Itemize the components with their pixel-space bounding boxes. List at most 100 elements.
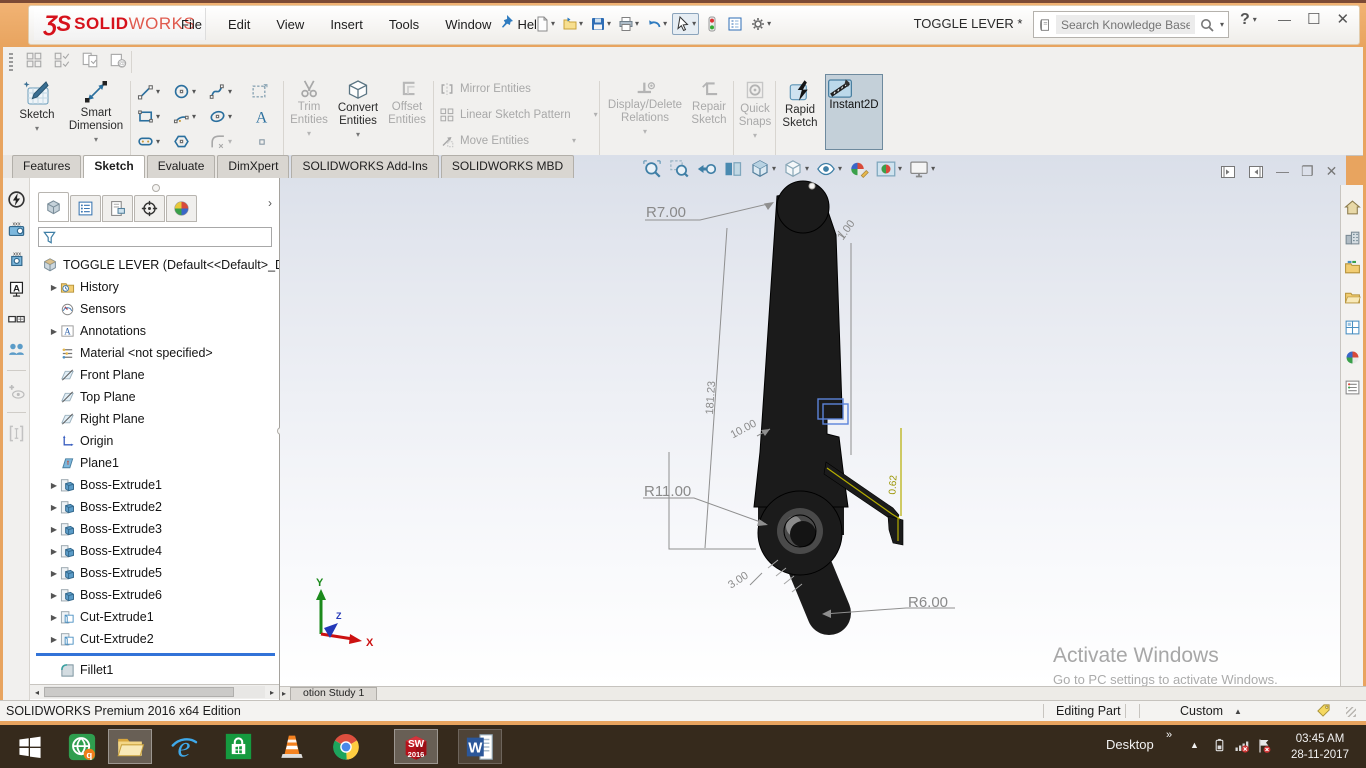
minimize-button[interactable]: — [1278, 12, 1291, 27]
menu-file[interactable]: File [168, 17, 215, 32]
file-explorer-pane-icon[interactable] [1344, 289, 1361, 306]
save-button[interactable]: ▾ [588, 14, 613, 34]
menu-window[interactable]: Window [432, 17, 504, 32]
tree-item-top-plane[interactable]: Top Plane [30, 386, 279, 408]
tree-item-front-plane[interactable]: Front Plane [30, 364, 279, 386]
point-button[interactable] [255, 135, 269, 149]
unit-system-dropdown[interactable]: Custom [1180, 704, 1223, 718]
taskbar-file-explorer[interactable] [108, 729, 152, 764]
circle-button[interactable]: ▾ [173, 83, 196, 100]
desktop-chevron-icon[interactable]: » [1166, 729, 1172, 741]
network-icon[interactable] [1234, 738, 1250, 754]
auto-dimension-icon[interactable] [7, 190, 26, 209]
panel-tabs-expand-icon[interactable]: › [268, 196, 272, 210]
offset-entities-button[interactable]: Offset Entities [385, 79, 429, 127]
size-dimension-icon[interactable]: xxx [7, 250, 26, 269]
tree-item-right-plane[interactable]: Right Plane [30, 408, 279, 430]
action-center-flag-icon[interactable] [1256, 738, 1272, 754]
menu-insert[interactable]: Insert [317, 17, 376, 32]
select-cursor-button[interactable]: ▾ [672, 13, 699, 35]
rapid-sketch-button[interactable]: RapidSketch [779, 79, 821, 130]
expand-arrow-icon[interactable]: ▶ [48, 525, 60, 534]
custom-properties-icon[interactable] [1344, 379, 1361, 396]
home-icon[interactable] [1344, 199, 1361, 216]
expand-arrow-icon[interactable]: ▶ [48, 635, 60, 644]
rectangle-button[interactable]: ▾ [137, 108, 160, 125]
repair-sketch-button[interactable]: RepairSketch [687, 79, 731, 127]
tray-clock[interactable]: 03:45 AM 28-11-2017 [1282, 731, 1358, 763]
motion-study-tab[interactable]: otion Study 1 [290, 687, 377, 701]
taskbar-vlc[interactable] [270, 729, 314, 764]
maximize-button[interactable]: ☐ [1307, 10, 1320, 28]
help-button[interactable]: ?▾ [1240, 11, 1257, 29]
menu-tools[interactable]: Tools [376, 17, 432, 32]
datum-target-icon[interactable] [7, 310, 26, 329]
text-button[interactable]: A [253, 108, 270, 125]
tree-item-boss-extrude1[interactable]: ▶Boss-Extrude1 [30, 474, 279, 496]
undo-button[interactable]: ▾ [644, 14, 669, 34]
tab-evaluate[interactable]: Evaluate [147, 155, 216, 178]
toolbar-drag-handle[interactable] [9, 53, 13, 71]
location-dimension-icon[interactable]: xxx [7, 220, 26, 239]
smart-dimension-button[interactable]: Smart Dimension▾ [65, 79, 127, 145]
battery-icon[interactable] [1212, 738, 1227, 753]
motion-tab-scroll-icon[interactable]: ▸ [282, 689, 286, 698]
search-input[interactable] [1056, 15, 1195, 34]
dim-1[interactable]: 1.00 [835, 218, 857, 242]
tree-item-cut-extrude2[interactable]: ▶Cut-Extrude2 [30, 628, 279, 650]
tolerance-status-icon[interactable] [7, 424, 26, 443]
tree-item-sensors[interactable]: Sensors [30, 298, 279, 320]
tree-item-history[interactable]: ▶History [30, 276, 279, 298]
propertymanager-tab[interactable] [70, 195, 101, 222]
tree-item-cut-extrude1[interactable]: ▶Cut-Extrude1 [30, 606, 279, 628]
viewport-collapse-handle[interactable] [809, 183, 815, 189]
featuremanager-tree-tab[interactable] [38, 192, 69, 222]
convert-entities-button[interactable]: Convert Entities▾ [333, 79, 383, 140]
selection-box-button[interactable] [251, 83, 268, 100]
quick-snaps-button[interactable]: QuickSnaps▾ [736, 79, 774, 141]
design-library-icon[interactable] [1344, 259, 1361, 276]
tab-solidworks-mbd[interactable]: SOLIDWORKS MBD [441, 155, 574, 178]
datum-note-icon[interactable]: A [7, 280, 26, 299]
sketch-fillet-button[interactable]: ▾ [209, 133, 232, 150]
selection-check-icon[interactable] [53, 51, 71, 69]
taskbar-start[interactable] [8, 729, 52, 764]
display-delete-relations-button[interactable]: Display/DeleteRelations▾ [605, 79, 685, 137]
expand-arrow-icon[interactable]: ▶ [48, 613, 60, 622]
toggle-lever-part[interactable] [754, 181, 903, 613]
selection-grid-icon[interactable] [25, 51, 43, 69]
tree-horizontal-scrollbar[interactable]: ◂ ▸ [30, 684, 279, 699]
dim-3[interactable]: 3.00 [726, 570, 751, 592]
dimxpertmanager-tab[interactable] [134, 195, 165, 222]
scroll-right-icon[interactable]: ▸ [265, 688, 279, 697]
tree-item-material-not-specified[interactable]: Material <not specified> [30, 342, 279, 364]
search-icon[interactable] [1199, 17, 1215, 33]
taskbar-word[interactable]: W [458, 729, 502, 764]
settings-gear-button[interactable]: ▾ [748, 14, 773, 34]
mirror-entities-button[interactable]: Mirror Entities [439, 81, 531, 97]
print-button[interactable]: ▾ [616, 14, 641, 34]
tab-features[interactable]: Features [12, 155, 81, 178]
tree-item-boss-extrude4[interactable]: ▶Boss-Extrude4 [30, 540, 279, 562]
tree-item-annotations[interactable]: ▶AAnnotations [30, 320, 279, 342]
tree-item-boss-extrude5[interactable]: ▶Boss-Extrude5 [30, 562, 279, 584]
knowledge-base-search[interactable]: ▾ [1033, 11, 1229, 38]
trim-entities-button[interactable]: Trim Entities▾ [287, 79, 331, 139]
search-dropdown-icon[interactable]: ▾ [1220, 21, 1224, 29]
pin-menu-icon[interactable] [498, 14, 514, 30]
expand-arrow-icon[interactable]: ▶ [48, 591, 60, 600]
tray-hidden-icons-arrow[interactable]: ▲ [1190, 740, 1199, 750]
model-scene[interactable]: R7.00 R11.00 R6.00 181.23 10.00 1.00 3.0… [280, 155, 1346, 686]
taskbar-windows-store[interactable] [216, 729, 260, 764]
dim-r11[interactable]: R11.00 [644, 483, 691, 500]
dim-181[interactable]: 181.23 [704, 381, 718, 415]
scroll-left-icon[interactable]: ◂ [30, 688, 44, 697]
displaymanager-tab[interactable] [166, 195, 197, 222]
resize-grip[interactable] [1346, 707, 1356, 717]
ellipse-button[interactable]: ▾ [209, 108, 232, 125]
collaboration-icon[interactable] [7, 340, 26, 359]
arc-button[interactable]: ▾ [173, 108, 196, 125]
expand-arrow-icon[interactable]: ▶ [48, 503, 60, 512]
expand-arrow-icon[interactable]: ▶ [48, 481, 60, 490]
tree-filter-box[interactable] [38, 227, 272, 247]
